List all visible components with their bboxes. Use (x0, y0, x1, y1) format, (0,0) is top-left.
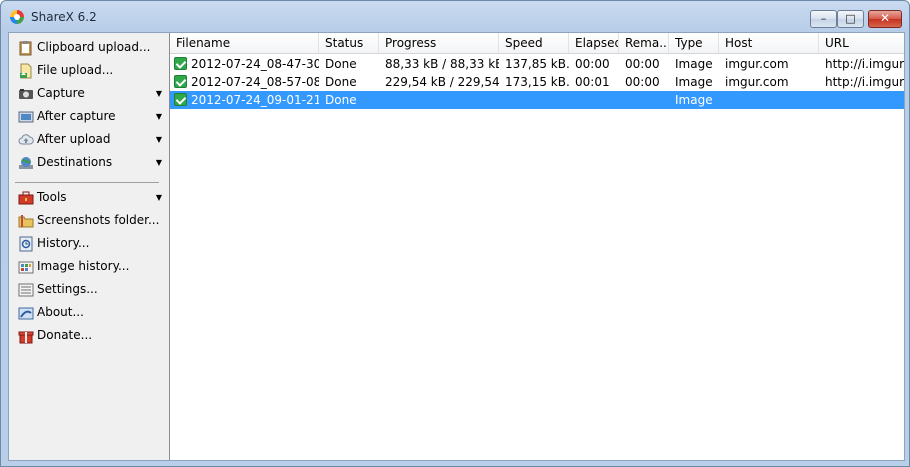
cell-progress: 229,54 kB / 229,54 ... (385, 75, 499, 89)
sidebar-item-image-history[interactable]: Image history... (13, 256, 165, 277)
sidebar-item-settings[interactable]: Settings... (13, 279, 165, 300)
cell-speed: 137,85 kB... (505, 57, 569, 71)
column-header-speed[interactable]: Speed (499, 33, 569, 53)
history-icon (19, 236, 33, 252)
image-history-icon (18, 261, 34, 274)
chevron-down-icon: ▼ (155, 112, 162, 121)
sidebar-menu: Clipboard upload... File upload... Captu… (9, 33, 170, 460)
sidebar-divider (15, 182, 159, 183)
cell-elapsed: 00:00 (575, 57, 610, 71)
sidebar-item-file-upload[interactable]: File upload... (13, 60, 165, 81)
sidebar-item-label: Clipboard upload... (37, 40, 151, 54)
cell-status: Done (325, 57, 357, 71)
column-header-status[interactable]: Status (319, 33, 379, 53)
chevron-down-icon: ▼ (155, 135, 162, 144)
sidebar-item-label: Settings... (37, 282, 98, 296)
cell-remaining (619, 91, 669, 109)
globe-icon (19, 157, 33, 169)
sidebar-item-tools[interactable]: Tools ▼ (13, 187, 165, 208)
chevron-down-icon: ▼ (155, 89, 162, 98)
cell-type: Image (675, 57, 713, 71)
sharex-window: ShareX 6.2 – □ ✕ Clipboard upload... Fil… (0, 0, 910, 467)
sidebar-item-after-upload[interactable]: After upload ▼ (13, 129, 165, 150)
about-icon (18, 307, 34, 320)
sidebar-item-label: File upload... (37, 63, 114, 77)
cell-host (719, 91, 819, 109)
table-row[interactable]: 2012-07-24_08-57-08.png Done 229,54 kB /… (170, 73, 904, 91)
cell-elapsed: 00:01 (575, 75, 610, 89)
title-bar[interactable]: ShareX 6.2 – □ ✕ (1, 1, 909, 33)
minimize-button[interactable]: – (810, 10, 837, 28)
file-upload-icon (20, 63, 32, 79)
column-header-progress[interactable]: Progress (379, 33, 499, 53)
sidebar-item-label: About... (37, 305, 84, 319)
close-icon: ✕ (879, 11, 891, 25)
cell-url: http://i.imgur.... (825, 75, 904, 89)
close-button[interactable]: ✕ (868, 10, 902, 28)
upload-list-view[interactable]: Filename Status Progress Speed Elapsed R… (170, 33, 904, 460)
sidebar-item-about[interactable]: About... (13, 302, 165, 323)
cell-host: imgur.com (725, 75, 789, 89)
sharex-logo-icon (10, 10, 24, 24)
folder-icon (18, 215, 34, 228)
sidebar-item-label: Tools (37, 190, 67, 204)
window-title: ShareX 6.2 (31, 10, 97, 24)
column-header-host[interactable]: Host (719, 33, 819, 53)
cell-filename: 2012-07-24_08-47-30.png (191, 57, 319, 71)
cell-status: Done (325, 93, 357, 107)
cell-remaining: 00:00 (625, 75, 660, 89)
cell-filename: 2012-07-24_08-57-08.png (191, 75, 319, 89)
cell-url (819, 91, 904, 109)
table-row[interactable]: 2012-07-24_08-47-30.png Done 88,33 kB / … (170, 55, 904, 73)
cell-filename: 2012-07-24_09-01-21.png (191, 93, 319, 107)
sidebar-item-after-capture[interactable]: After capture ▼ (13, 106, 165, 127)
settings-icon (18, 283, 34, 297)
toolbox-icon (18, 191, 34, 205)
chevron-down-icon: ▼ (155, 158, 162, 167)
maximize-icon: □ (845, 12, 856, 25)
cell-speed (499, 91, 569, 109)
cell-elapsed (569, 91, 619, 109)
list-header: Filename Status Progress Speed Elapsed R… (170, 33, 904, 54)
sidebar-item-label: Destinations (37, 155, 113, 169)
sidebar-item-label: History... (37, 236, 90, 250)
column-header-filename[interactable]: Filename (170, 33, 319, 53)
table-row-selected[interactable]: 2012-07-24_09-01-21.png Done Image (170, 91, 904, 109)
gift-icon (18, 331, 34, 344)
clipboard-icon (19, 41, 32, 56)
cell-host: imgur.com (725, 57, 789, 71)
sidebar-item-label: Screenshots folder... (37, 213, 160, 227)
cell-progress (379, 91, 499, 109)
cell-remaining: 00:00 (625, 57, 660, 71)
column-header-url[interactable]: URL (819, 33, 904, 53)
cell-speed: 173,15 kB... (505, 75, 569, 89)
sidebar-item-label: After capture (37, 109, 116, 123)
sidebar-item-screenshots-folder[interactable]: Screenshots folder... (13, 210, 165, 231)
cloud-upload-icon (18, 134, 34, 145)
maximize-button[interactable]: □ (837, 10, 864, 28)
camera-icon (19, 89, 33, 99)
client-area: Clipboard upload... File upload... Captu… (8, 32, 905, 461)
chevron-down-icon: ▼ (155, 193, 162, 202)
sidebar-item-label: After upload (37, 132, 111, 146)
sidebar-item-label: Donate... (37, 328, 93, 342)
minimize-icon: – (820, 12, 827, 25)
sidebar-item-capture[interactable]: Capture ▼ (13, 83, 165, 104)
after-capture-icon (18, 111, 34, 123)
sidebar-item-label: Image history... (37, 259, 130, 273)
column-header-type[interactable]: Type (669, 33, 719, 53)
cell-progress: 88,33 kB / 88,33 kB (385, 57, 499, 71)
column-header-remaining[interactable]: Rema... (619, 33, 669, 53)
cell-type: Image (675, 75, 713, 89)
sidebar-item-destinations[interactable]: Destinations ▼ (13, 152, 165, 173)
cell-status: Done (325, 75, 357, 89)
sidebar-item-donate[interactable]: Donate... (13, 325, 165, 346)
cell-url: http://i.imgur.... (825, 57, 904, 71)
cell-type: Image (675, 93, 713, 107)
column-header-elapsed[interactable]: Elapsed (569, 33, 619, 53)
sidebar-item-clipboard-upload[interactable]: Clipboard upload... (13, 37, 165, 58)
sidebar-item-label: Capture (37, 86, 85, 100)
sidebar-item-history[interactable]: History... (13, 233, 165, 254)
